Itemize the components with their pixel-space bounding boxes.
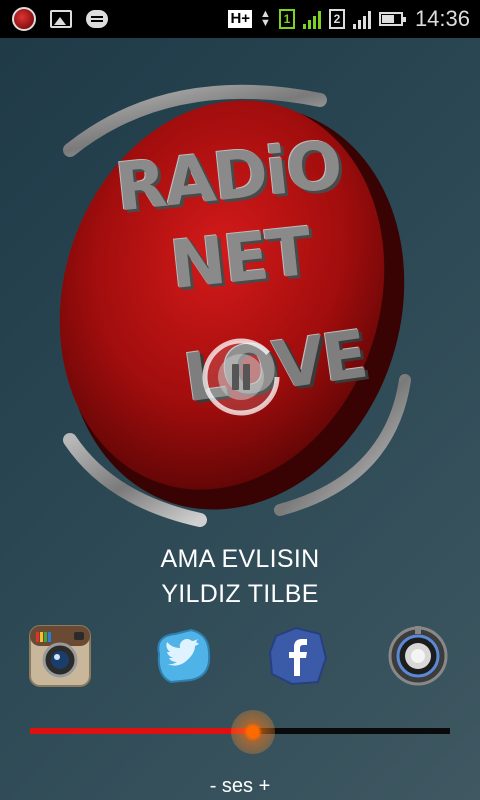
battery-icon [378, 12, 406, 26]
twitter-icon [157, 628, 211, 684]
signal-sim1-icon [302, 9, 321, 29]
instagram-icon [29, 625, 91, 687]
instagram-button[interactable] [28, 624, 92, 688]
power-icon [388, 626, 448, 686]
facebook-icon [268, 626, 328, 686]
song-title: AMA EVLISIN [160, 545, 320, 573]
volume-slider-thumb[interactable] [230, 710, 275, 754]
sim1-badge: 1 [278, 9, 295, 29]
status-clock: 14:36 [414, 6, 470, 31]
data-arrows-icon: ▲ ▼ [260, 8, 271, 29]
facebook-button[interactable] [266, 624, 330, 688]
app-notification-icon [12, 7, 36, 31]
sim2-badge: 2 [328, 9, 345, 29]
pause-button[interactable] [196, 332, 286, 422]
signal-sim2-icon [352, 9, 371, 29]
pause-icon [202, 338, 280, 416]
chat-icon [86, 10, 108, 28]
volume-fill [30, 728, 253, 734]
status-bar: H+ ▲ ▼ 1 2 14:36 [0, 0, 480, 38]
twitter-button[interactable] [151, 624, 215, 688]
social-bar [0, 622, 480, 692]
gallery-icon [50, 10, 72, 28]
volume-label: - ses + [209, 775, 271, 797]
song-artist: YILDIZ TILBE [161, 580, 319, 608]
network-type-badge: H+ [228, 10, 253, 28]
radio-logo: RADiO NET LOVE [30, 60, 450, 540]
power-button[interactable] [386, 624, 450, 688]
